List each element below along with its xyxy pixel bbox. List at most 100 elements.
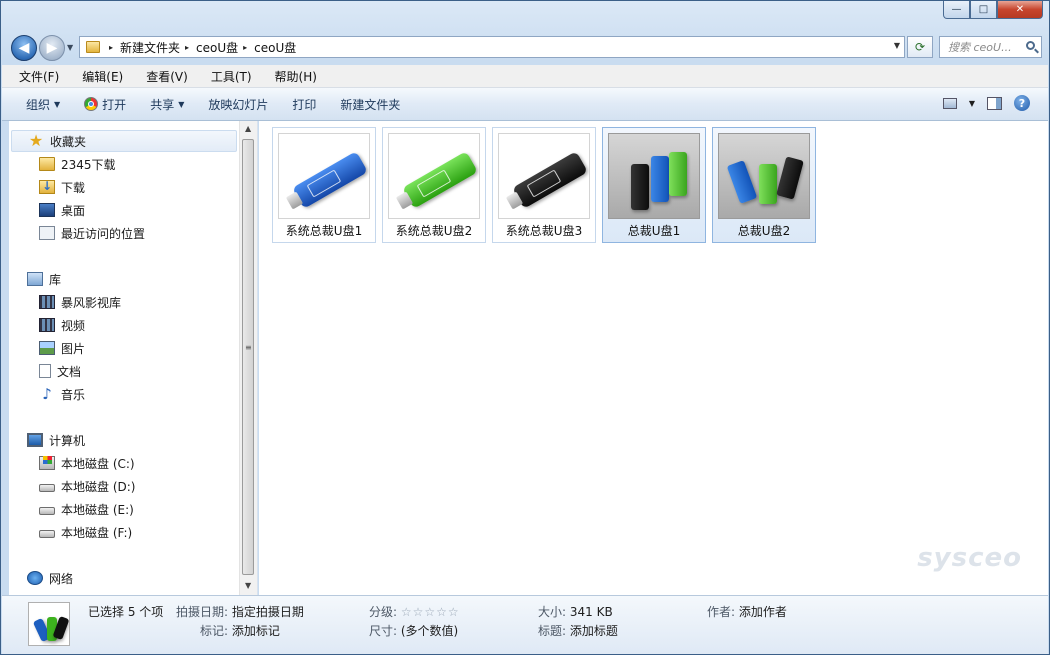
- nav-label: 网络: [49, 571, 74, 586]
- close-button[interactable]: ✕: [997, 1, 1043, 19]
- menu-tools[interactable]: 工具(T): [194, 68, 258, 85]
- nav-label: 本地磁盘 (C:): [61, 456, 135, 471]
- usb-drive-image: [776, 156, 804, 200]
- nav-item-drive-d[interactable]: 本地磁盘 (D:): [39, 475, 135, 497]
- file-item[interactable]: 系统总裁U盘3: [492, 127, 596, 243]
- nav-label: 文档: [57, 364, 82, 379]
- author-field[interactable]: 作者: 添加作者: [707, 603, 787, 620]
- organize-button[interactable]: 组织 ▼: [2, 96, 74, 113]
- breadcrumb-separator[interactable]: ▸: [243, 43, 247, 52]
- nav-label: 本地磁盘 (E:): [61, 502, 134, 517]
- nav-item-desktop[interactable]: 桌面: [39, 199, 85, 221]
- toolbar-right: ▼ ?: [942, 95, 1030, 111]
- file-thumbnail: [278, 133, 370, 219]
- view-icon[interactable]: [942, 97, 957, 109]
- forward-button[interactable]: ▶: [39, 35, 65, 61]
- usb-drive-image: [401, 151, 479, 209]
- command-bar: 组织 ▼ 打开 共享 ▼ 放映幻灯片 打印 新建文件夹 ▼ ?: [2, 88, 1048, 121]
- details-pane: 已选择 5 个项 拍摄日期: 指定拍摄日期 标记: 添加标记 分级: ☆☆☆☆☆…: [2, 595, 1048, 654]
- open-label: 打开: [102, 97, 127, 112]
- search-input[interactable]: 搜索 ceoU...: [939, 36, 1042, 58]
- slideshow-label: 放映幻灯片: [208, 97, 269, 112]
- music-note-icon: ♪: [42, 385, 52, 403]
- menu-view[interactable]: 查看(V): [129, 68, 194, 85]
- grip-icon: ≡: [245, 343, 252, 352]
- nav-label: 下载: [61, 180, 86, 195]
- new-folder-label: 新建文件夹: [340, 97, 401, 112]
- address-bar[interactable]: ▸ 新建文件夹 ▸ ceoU盘 ▸ ceoU盘 ▼: [79, 36, 905, 58]
- file-thumbnail: [498, 133, 590, 219]
- help-icon[interactable]: ?: [1014, 95, 1030, 111]
- menu-file[interactable]: 文件(F): [2, 68, 65, 85]
- breadcrumb-separator[interactable]: ▸: [185, 43, 189, 52]
- scroll-down-icon[interactable]: ▼: [245, 581, 251, 590]
- nav-item-drive-e[interactable]: 本地磁盘 (E:): [39, 498, 134, 520]
- breadcrumb-separator[interactable]: ▸: [109, 43, 113, 52]
- document-icon: [39, 364, 51, 378]
- title-key: 标题:: [538, 624, 567, 638]
- nav-item-pictures[interactable]: 图片: [39, 337, 85, 359]
- maximize-button[interactable]: □: [970, 1, 997, 19]
- file-item[interactable]: 系统总裁U盘2: [382, 127, 486, 243]
- refresh-button[interactable]: ⟳: [907, 36, 933, 58]
- nav-item-documents[interactable]: 文档: [39, 360, 81, 382]
- author-key: 作者:: [707, 605, 736, 619]
- nav-item-downloads[interactable]: 下载: [39, 176, 85, 198]
- nav-favorites[interactable]: ★ 收藏夹: [11, 130, 237, 152]
- hard-drive-icon: [39, 530, 55, 538]
- scrollbar-thumb[interactable]: [242, 139, 254, 575]
- system-drive-icon: [39, 456, 55, 470]
- nav-item-videos[interactable]: 视频: [39, 314, 85, 336]
- share-button[interactable]: 共享 ▼: [140, 96, 198, 113]
- menu-help[interactable]: 帮助(H): [258, 68, 323, 85]
- new-folder-button[interactable]: 新建文件夹: [330, 96, 414, 113]
- file-name: 系统总裁U盘2: [395, 224, 473, 238]
- picture-icon: [39, 341, 55, 355]
- title-value: 添加标题: [569, 624, 618, 638]
- nav-label: 本地磁盘 (F:): [61, 525, 133, 540]
- nav-scrollbar[interactable]: ▲ ≡ ▼: [239, 121, 257, 595]
- breadcrumb-item[interactable]: 新建文件夹: [120, 39, 180, 56]
- nav-item-recent-places[interactable]: 最近访问的位置: [39, 222, 145, 244]
- minimize-button[interactable]: —: [943, 1, 970, 19]
- nav-libraries[interactable]: 库: [27, 268, 61, 290]
- downloads-folder-icon: [39, 179, 55, 194]
- nav-item-music[interactable]: ♪ 音乐: [39, 383, 85, 405]
- rating-field[interactable]: 分级: ☆☆☆☆☆: [369, 603, 460, 620]
- file-name: 系统总裁U盘1: [285, 224, 363, 238]
- rating-stars-icon[interactable]: ☆☆☆☆☆: [401, 605, 460, 619]
- file-item[interactable]: 系统总裁U盘1: [272, 127, 376, 243]
- nav-item-baofeng-library[interactable]: 暴风影视库: [39, 291, 121, 313]
- menu-edit[interactable]: 编辑(E): [65, 68, 129, 85]
- nav-item-drive-c[interactable]: 本地磁盘 (C:): [39, 452, 135, 474]
- title-field[interactable]: 标题: 添加标题: [538, 622, 618, 639]
- open-button[interactable]: 打开: [74, 96, 140, 113]
- usb-drive-image: [651, 156, 669, 202]
- nav-computer[interactable]: 计算机: [27, 429, 85, 451]
- preview-pane-icon[interactable]: [987, 96, 1002, 110]
- back-button[interactable]: ◀: [11, 35, 37, 61]
- breadcrumb-item[interactable]: ceoU盘: [254, 39, 296, 56]
- usb-drive-image: [631, 164, 649, 210]
- folder-icon: [86, 41, 100, 53]
- usb-drive-image: [291, 151, 369, 209]
- slideshow-button[interactable]: 放映幻灯片: [198, 96, 282, 113]
- tags-field[interactable]: 标记: 添加标记: [200, 622, 280, 639]
- file-item[interactable]: 总裁U盘1: [602, 127, 706, 243]
- view-options-dropdown[interactable]: ▼: [969, 99, 975, 108]
- file-item[interactable]: 总裁U盘2: [712, 127, 816, 243]
- scroll-up-icon[interactable]: ▲: [245, 124, 251, 133]
- file-name: 总裁U盘1: [627, 224, 681, 238]
- recent-pages-dropdown[interactable]: ▼: [67, 43, 73, 52]
- selection-thumbnail: [28, 602, 70, 646]
- browser-icon: [84, 97, 99, 111]
- nav-item-2345-download[interactable]: 2345下载: [39, 153, 116, 175]
- nav-network[interactable]: 网络: [27, 567, 73, 589]
- nav-item-drive-f[interactable]: 本地磁盘 (F:): [39, 521, 132, 543]
- date-field[interactable]: 拍摄日期: 指定拍摄日期: [176, 603, 304, 620]
- size-value: 341 KB: [569, 605, 613, 619]
- chevron-down-icon[interactable]: ▼: [894, 41, 900, 50]
- file-name: 总裁U盘2: [737, 224, 791, 238]
- print-button[interactable]: 打印: [282, 96, 330, 113]
- breadcrumb-item[interactable]: ceoU盘: [196, 39, 238, 56]
